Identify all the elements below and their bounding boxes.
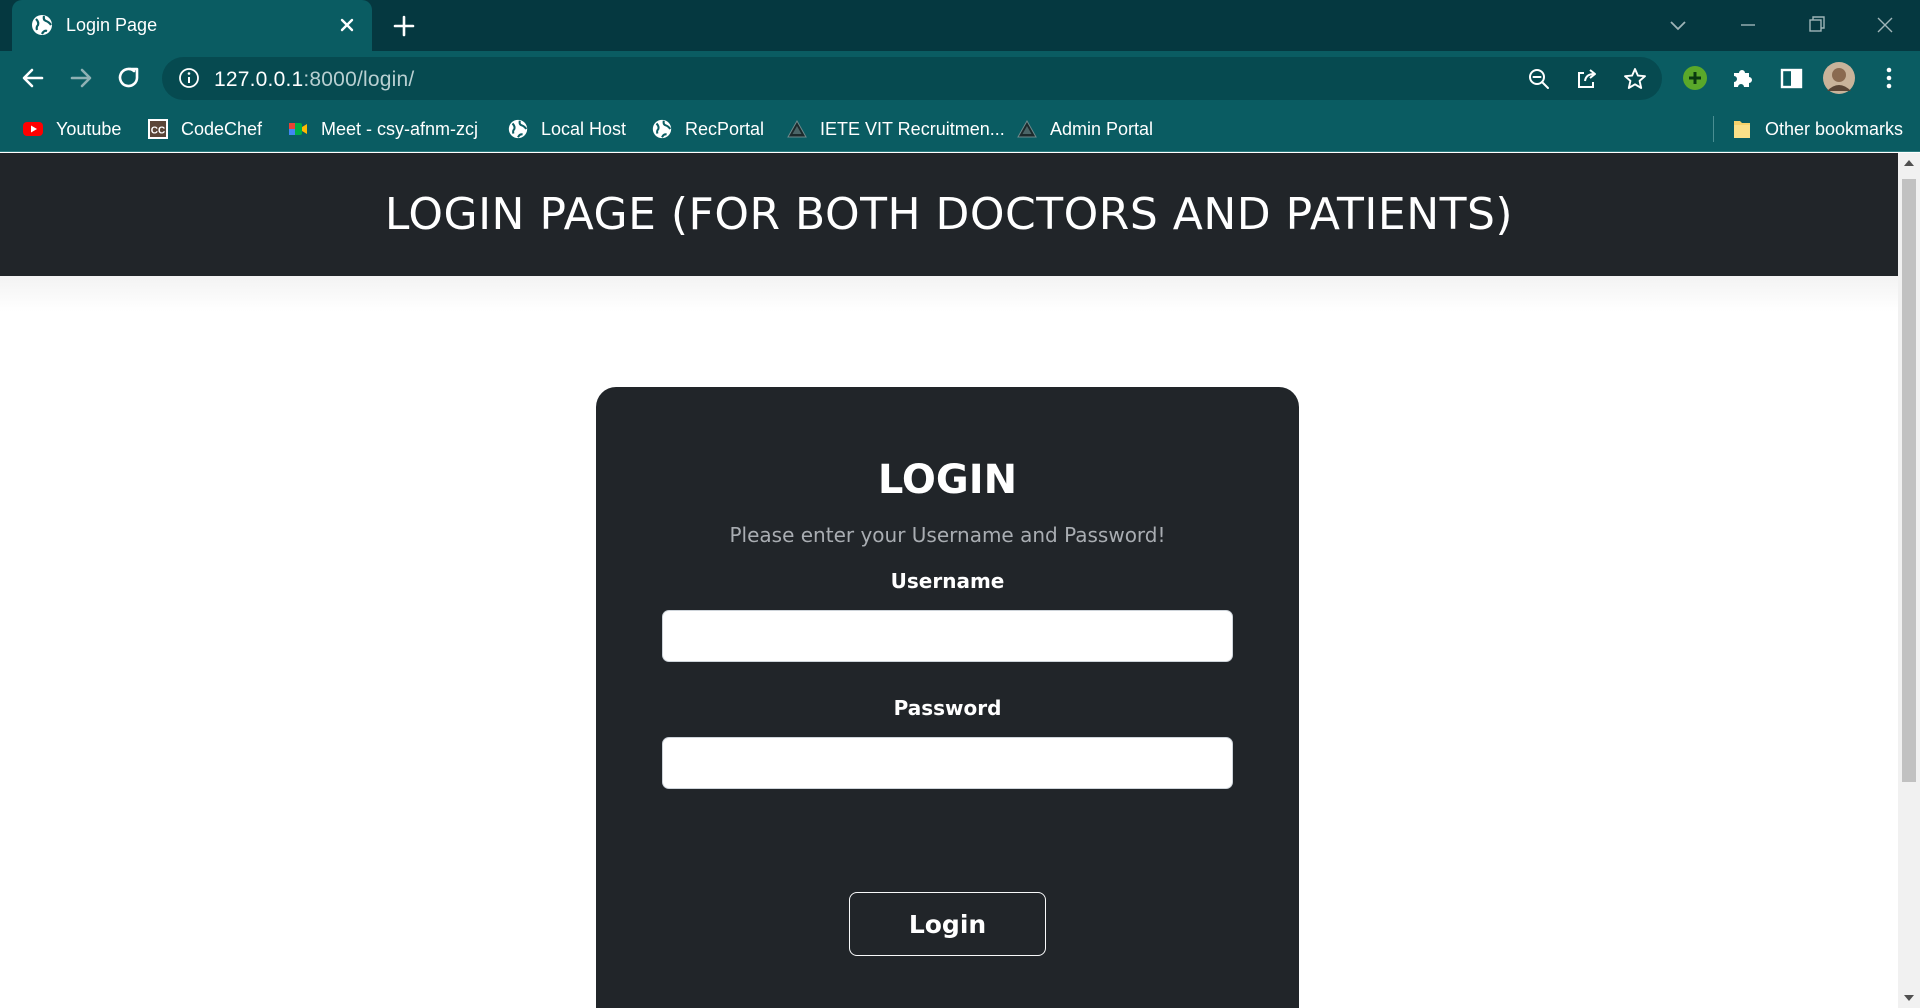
bookmark-label: Meet - csy-afnm-zcj: [321, 118, 479, 139]
url-path: :8000/login/: [303, 68, 415, 91]
page-title: LOGIN PAGE (FOR BOTH DOCTORS AND PATIENT…: [384, 189, 1514, 240]
bookmark-iete-vit[interactable]: IETE VIT Recruitmen...: [786, 114, 1005, 144]
minimize-icon[interactable]: [1733, 10, 1763, 40]
scrollbar-thumb[interactable]: [1902, 179, 1916, 782]
browser-toolbar: 127.0.0.1:8000/login/: [0, 51, 1920, 106]
close-window-icon[interactable]: [1870, 10, 1900, 40]
zoom-out-icon[interactable]: [1526, 66, 1552, 92]
back-icon[interactable]: [18, 63, 48, 93]
password-label: Password: [893, 696, 1002, 720]
url-text: 127.0.0.1:8000/login/: [214, 68, 414, 92]
globe-icon: [652, 119, 672, 139]
password-input[interactable]: [662, 737, 1233, 789]
svg-text:CC: CC: [151, 126, 165, 137]
bookmarks-divider: [1713, 116, 1714, 142]
codechef-icon: CC: [148, 119, 168, 139]
restore-icon[interactable]: [1802, 10, 1832, 40]
login-heading: LOGIN: [877, 457, 1018, 503]
login-card: LOGIN Please enter your Username and Pas…: [596, 387, 1299, 1008]
share-icon[interactable]: [1574, 66, 1600, 92]
bookmark-label: Youtube: [56, 118, 122, 139]
page-scrollbar[interactable]: [1898, 153, 1920, 1008]
bookmark-recportal[interactable]: RecPortal: [651, 114, 764, 144]
close-icon[interactable]: [334, 12, 360, 38]
bookmark-label: Local Host: [541, 118, 627, 139]
extensions-puzzle-icon[interactable]: [1728, 63, 1758, 93]
username-label: Username: [890, 569, 1005, 593]
menu-kebab-icon[interactable]: [1874, 63, 1904, 93]
username-input[interactable]: [662, 610, 1233, 662]
forward-icon[interactable]: [66, 63, 96, 93]
scroll-down-arrow-icon[interactable]: [1902, 992, 1916, 1004]
bookmark-meet[interactable]: Meet - csy-afnm-zcj: [287, 114, 478, 144]
bookmark-local-host[interactable]: Local Host: [507, 114, 626, 144]
bookmark-label: CodeChef: [181, 118, 263, 139]
bookmark-label: Other bookmarks: [1765, 118, 1904, 139]
login-subtitle: Please enter your Username and Password!: [729, 523, 1166, 547]
youtube-icon: [23, 122, 43, 136]
url-host: 127.0.0.1: [214, 68, 304, 91]
bookmark-other-folder[interactable]: Other bookmarks: [1731, 114, 1903, 144]
google-meet-icon: [289, 123, 307, 135]
bookmarks-bar: Youtube CC CodeChef Meet - csy-afnm-zcj …: [0, 106, 1920, 152]
header-shadow: [0, 276, 1898, 312]
iete-logo-icon: [787, 119, 807, 138]
page-viewport: LOGIN PAGE (FOR BOTH DOCTORS AND PATIENT…: [0, 153, 1898, 1008]
scroll-up-arrow-icon[interactable]: [1902, 157, 1916, 169]
browser-tab[interactable]: Login Page: [12, 0, 372, 51]
bookmark-label: IETE VIT Recruitmen...: [820, 118, 1005, 139]
login-button[interactable]: Login: [849, 892, 1046, 956]
bookmark-label: RecPortal: [685, 118, 765, 139]
reload-icon[interactable]: [114, 63, 144, 93]
iete-logo-icon: [1017, 119, 1037, 138]
plus-icon[interactable]: [390, 12, 418, 40]
bookmark-star-icon[interactable]: [1622, 66, 1648, 92]
tab-strip: Login Page: [0, 0, 1920, 51]
profile-avatar[interactable]: [1822, 61, 1856, 95]
side-panel-icon[interactable]: [1776, 63, 1806, 93]
address-bar[interactable]: 127.0.0.1:8000/login/: [162, 57, 1662, 100]
site-info-icon[interactable]: [178, 67, 200, 89]
bookmark-admin-portal[interactable]: Admin Portal: [1016, 114, 1153, 144]
bookmark-label: Admin Portal: [1050, 118, 1154, 139]
bookmark-youtube[interactable]: Youtube: [22, 114, 121, 144]
extension-green-icon[interactable]: [1680, 63, 1710, 93]
folder-icon: [1734, 121, 1750, 138]
globe-icon: [508, 119, 528, 139]
bookmark-codechef[interactable]: CC CodeChef: [147, 114, 262, 144]
page-header: LOGIN PAGE (FOR BOTH DOCTORS AND PATIENT…: [0, 153, 1898, 276]
globe-icon: [32, 15, 52, 35]
tab-search-icon[interactable]: [1663, 10, 1693, 40]
tab-title: Login Page: [66, 15, 158, 35]
